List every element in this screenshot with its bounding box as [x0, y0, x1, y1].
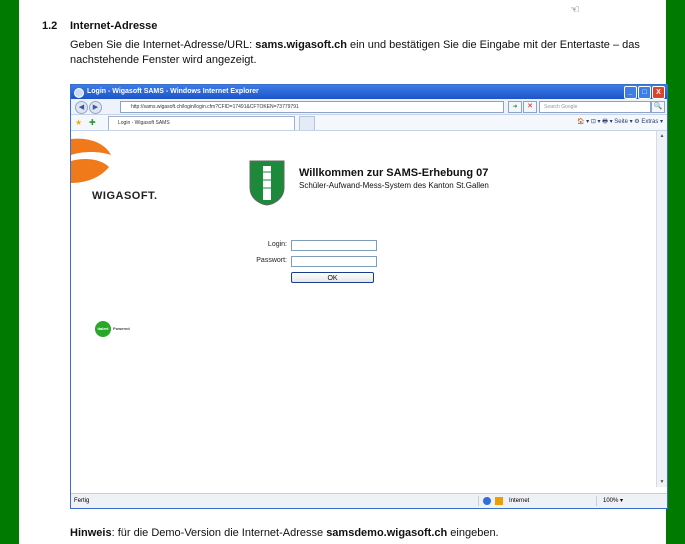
wigasoft-brand: WIGASOFT.: [92, 190, 158, 202]
refresh-button[interactable]: ➜: [508, 101, 522, 113]
wigasoft-logo-icon: [71, 138, 111, 183]
zoom-control[interactable]: 100% ▾: [596, 496, 623, 506]
security-zone[interactable]: Internet: [478, 496, 529, 506]
internet-globe-icon: [483, 497, 491, 505]
new-tab-button[interactable]: [299, 116, 315, 130]
browser-content: WIGASOFT. Willkommen zur SAMS-Erhebung 0…: [71, 131, 656, 487]
scroll-up-icon[interactable]: ▲: [657, 131, 667, 141]
search-input[interactable]: Search Google: [539, 101, 651, 113]
maximize-button[interactable]: □: [638, 86, 651, 99]
status-text: Fertig: [74, 498, 90, 504]
welcome-heading: Willkommen zur SAMS-Erhebung 07: [299, 167, 489, 179]
login-label: Login:: [267, 241, 287, 248]
command-bar[interactable]: 🏠 ▾ ⊡ ▾ 🖶 ▾ Seite ▾ ⚙ Extras ▾: [577, 117, 663, 128]
section-title: Internet-Adresse: [70, 20, 158, 32]
scroll-down-icon[interactable]: ▼: [657, 477, 667, 487]
browser-title: Login - Wigasoft SAMS - Windows Internet…: [87, 88, 259, 95]
favorites-star-icon[interactable]: ★: [75, 118, 82, 127]
address-bar-row: ◀ ▶ http://sams.wigasoft.ch/login/login.…: [71, 99, 667, 115]
browser-title-bar: Login - Wigasoft SAMS - Windows Internet…: [71, 85, 667, 99]
italert-badge-icon: italert: [95, 321, 111, 337]
intro-url: sams.wigasoft.ch: [255, 39, 347, 51]
intro-paragraph: Geben Sie die Internet-Adresse/URL: sams…: [70, 38, 662, 68]
search-button[interactable]: 🔍: [651, 101, 665, 113]
login-input[interactable]: [291, 240, 377, 251]
zone-label: Internet: [509, 498, 530, 504]
document-page: 1.2 Internet-Adresse ☜ Geben Sie die Inte…: [19, 0, 668, 544]
forward-button[interactable]: ▶: [89, 101, 102, 114]
pointer-hand-icon: ☜: [570, 4, 580, 16]
tab-row: ★ ✚ Login - Wigasoft SAMS 🏠 ▾ ⊡ ▾ 🖶 ▾ Se…: [71, 115, 667, 131]
intro-text-start: Geben Sie die Internet-Adresse/URL:: [70, 39, 256, 51]
hint-suffix: eingeben.: [447, 527, 499, 539]
close-button[interactable]: X: [652, 86, 665, 99]
tab-login-wigasoft[interactable]: Login - Wigasoft SAMS: [108, 116, 295, 130]
hint-prefix: Hinweis: [70, 527, 112, 539]
hint-middle: : für die Demo-Version die Internet-Adre…: [111, 527, 327, 539]
vertical-scrollbar[interactable]: ▲ ▼: [656, 131, 667, 487]
section-number: 1.2: [42, 20, 58, 32]
welcome-subtitle: Schüler-Aufwand-Mess-System des Kanton S…: [299, 181, 489, 190]
section-heading: 1.2 Internet-Adresse: [42, 20, 157, 32]
minimize-button[interactable]: _: [624, 86, 637, 99]
hint-url: samsdemo.wigasoft.ch: [326, 527, 448, 539]
protected-mode-icon: [495, 497, 503, 505]
status-bar: Fertig Internet 100% ▾: [71, 493, 667, 508]
back-button[interactable]: ◀: [75, 101, 88, 114]
password-label: Passwort:: [256, 257, 287, 264]
stop-button[interactable]: ✕: [523, 101, 537, 113]
browser-window: Login - Wigasoft SAMS - Windows Internet…: [70, 84, 668, 509]
add-favorite-icon[interactable]: ✚: [89, 118, 96, 127]
hint-paragraph: Hinweis: für die Demo-Version die Intern…: [70, 527, 499, 539]
window-controls: _ □ X: [624, 86, 665, 99]
address-field[interactable]: http://sams.wigasoft.ch/login/login.cfm?…: [120, 101, 504, 113]
st-gallen-crest-icon: [249, 160, 285, 206]
password-input[interactable]: [291, 256, 377, 267]
ok-button[interactable]: OK: [291, 272, 374, 283]
ie-logo-icon: [74, 88, 84, 98]
powered-label: Powered: [113, 326, 130, 331]
